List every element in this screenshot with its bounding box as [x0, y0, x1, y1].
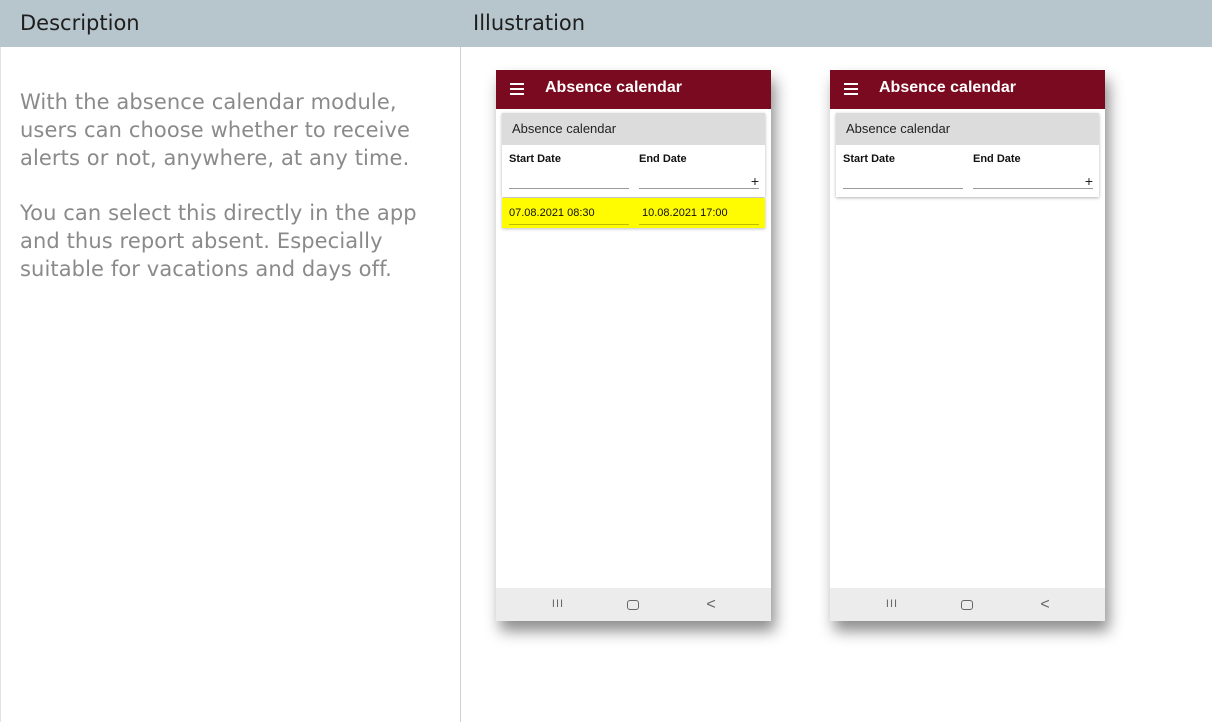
back-icon[interactable]: <: [1030, 588, 1060, 621]
header-illustration: Illustration: [473, 11, 586, 35]
menu-icon[interactable]: [510, 83, 524, 95]
table-header: Description Illustration: [0, 0, 1212, 47]
end-date-label: End Date: [973, 153, 1021, 165]
recents-icon[interactable]: III: [543, 588, 573, 621]
android-nav-bar: III <: [830, 588, 1105, 621]
start-date-label: Start Date: [509, 153, 561, 165]
app-title: Absence calendar: [545, 79, 682, 96]
header-description: Description: [20, 11, 140, 35]
card-title: Absence calendar: [502, 113, 765, 145]
absence-card: Absence calendar Start Date End Date +: [836, 113, 1099, 197]
start-date-label: Start Date: [843, 153, 895, 165]
end-date-field[interactable]: [973, 188, 1093, 189]
app-bar: Absence calendar: [496, 70, 771, 109]
absence-entry-row[interactable]: 07.08.2021 08:30 10.08.2021 17:00: [502, 198, 765, 228]
start-date-field[interactable]: [509, 188, 629, 189]
add-icon[interactable]: +: [1085, 173, 1093, 189]
card-title: Absence calendar: [836, 113, 1099, 145]
app-title: Absence calendar: [879, 79, 1016, 96]
entry-start-date: 07.08.2021 08:30: [509, 207, 595, 219]
app-bar: Absence calendar: [830, 70, 1105, 109]
description-text: With the absence calendar module, users …: [20, 88, 450, 310]
menu-icon[interactable]: [844, 83, 858, 95]
entry-underline: [639, 224, 759, 225]
absence-card: Absence calendar Start Date End Date +: [502, 113, 765, 197]
entry-end-date: 10.08.2021 17:00: [642, 207, 728, 219]
description-paragraph: You can select this directly in the app …: [20, 201, 417, 281]
description-paragraph: With the absence calendar module, users …: [20, 90, 411, 170]
entry-underline: [509, 224, 629, 225]
date-inputs: Start Date End Date +: [502, 145, 765, 197]
phone-screenshot-with-entry: Absence calendar Absence calendar Start …: [496, 70, 771, 621]
home-icon[interactable]: [618, 588, 648, 621]
home-icon[interactable]: [952, 588, 982, 621]
start-date-field[interactable]: [843, 188, 963, 189]
end-date-label: End Date: [639, 153, 687, 165]
add-icon[interactable]: +: [751, 173, 759, 189]
end-date-field[interactable]: [639, 188, 759, 189]
table-left-border: [0, 47, 1, 722]
column-divider: [460, 47, 461, 722]
phone-screenshot-empty: Absence calendar Absence calendar Start …: [830, 70, 1105, 621]
date-inputs: Start Date End Date +: [836, 145, 1099, 197]
android-nav-bar: III <: [496, 588, 771, 621]
back-icon[interactable]: <: [696, 588, 726, 621]
recents-icon[interactable]: III: [877, 588, 907, 621]
